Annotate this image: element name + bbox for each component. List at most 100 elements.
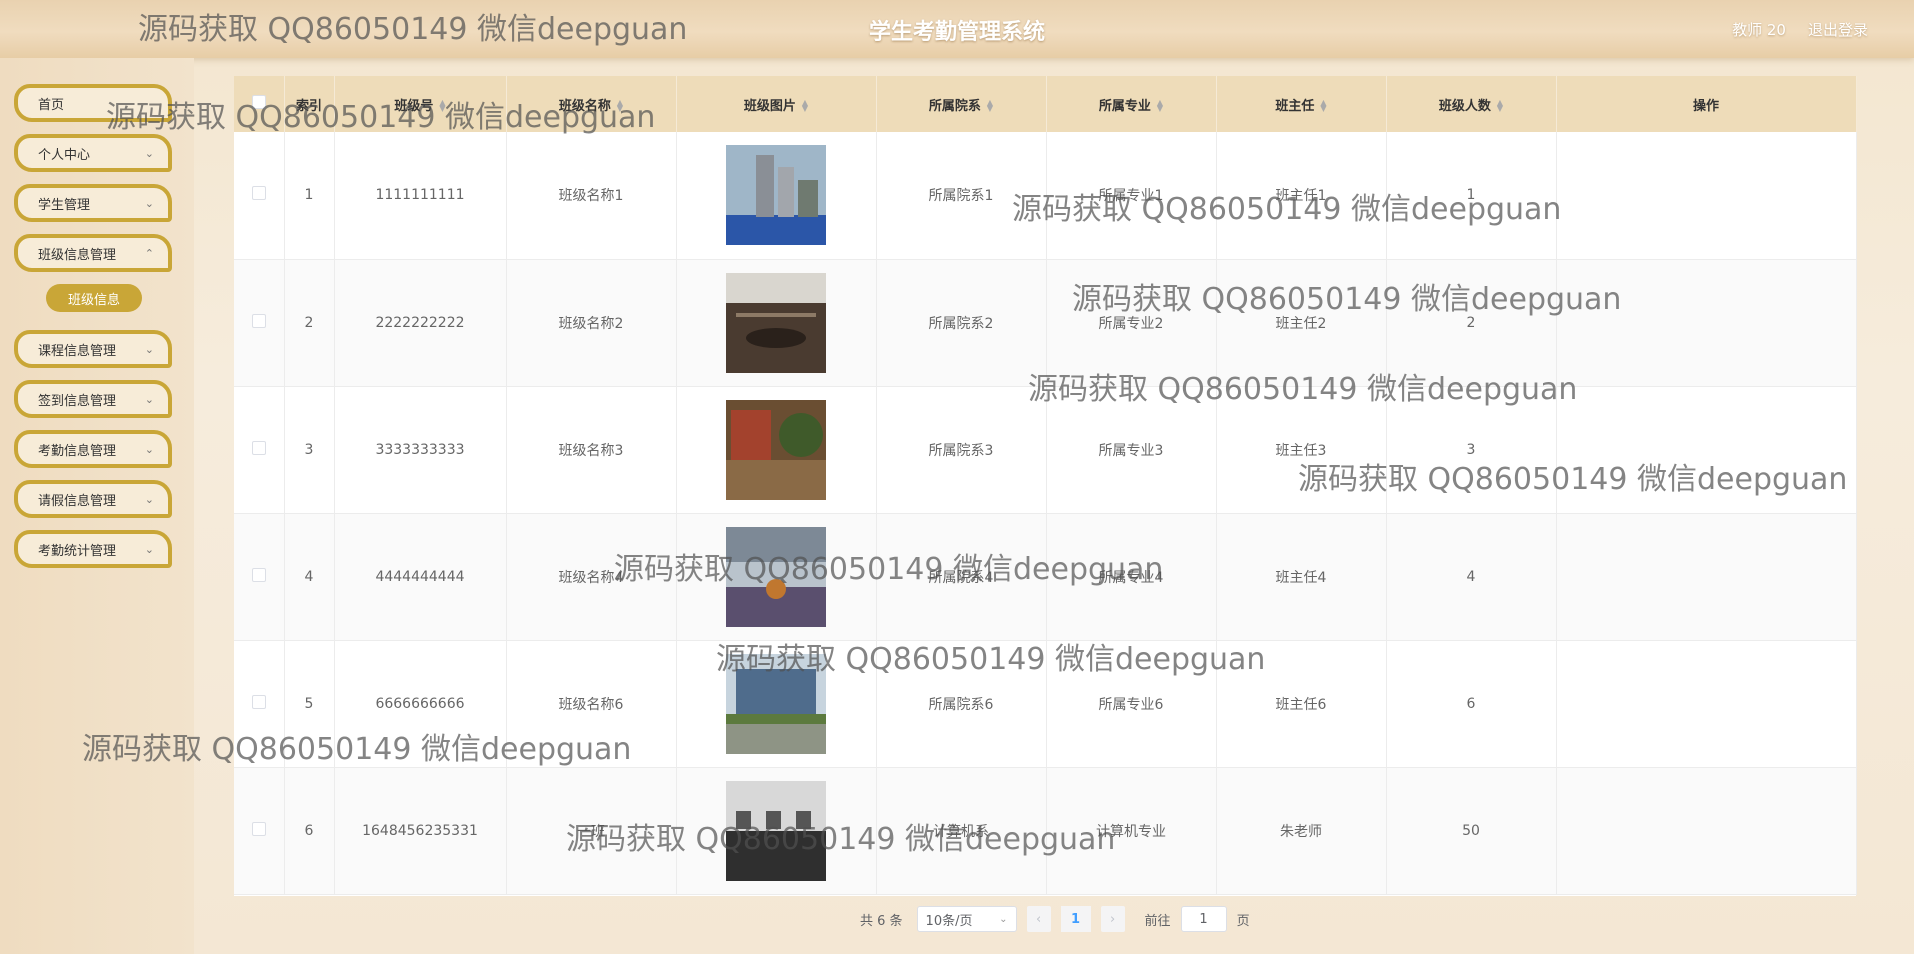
sidebar-item-profile[interactable]: 个人中心 ⌄ [14,134,172,172]
col-header-count[interactable]: 班级人数 ▲ ▼ [1386,76,1557,132]
select-all-checkbox[interactable] [251,95,266,109]
sidebar-item-label: 请假信息管理 [38,493,117,509]
class-image[interactable] [726,145,826,246]
sort-icon[interactable]: ▲ ▼ [1320,99,1326,113]
pagination: 共 6 条 10条/页 ⌄ ‹ 1 › 前往 1 页 [860,906,1250,932]
cell-actions [1556,386,1857,513]
next-page-button[interactable]: › [1100,906,1125,932]
sort-icon[interactable]: ▲ ▼ [802,99,808,113]
prev-page-button[interactable]: ‹ [1026,906,1051,932]
row-checkbox[interactable] [251,694,266,709]
chevron-down-icon: ⌄ [144,492,154,506]
class-image[interactable] [726,780,826,881]
sort-icon[interactable]: ▲ ▼ [987,99,993,113]
cell-class-image [676,513,877,640]
sort-icon[interactable]: ▲ ▼ [439,99,445,113]
top-header: 学生考勤管理系统 教师 20 退出登录 [0,0,1914,58]
cell-class-name: 班级名称1 [506,132,677,259]
cell-class-name: 班级名称6 [506,640,677,767]
cell-class-no: 1648456235331 [334,767,507,894]
class-image[interactable] [726,653,826,754]
cell-class-image [676,640,877,767]
sidebar-item-label: 课程信息管理 [38,343,117,359]
cell-index: 5 [284,640,335,767]
cell-class-image [676,259,877,386]
cell-index: 4 [284,513,335,640]
col-header-class-image[interactable]: 班级图片 ▲ ▼ [676,76,877,132]
cell-actions [1556,132,1857,259]
col-header-actions: 操作 [1556,76,1857,132]
table-row: 1 1111111111 班级名称1 所属院系1 所属专业1 班主任1 1 [234,132,1857,259]
sort-icon[interactable]: ▲ ▼ [617,99,623,113]
row-checkbox[interactable] [251,313,266,328]
header-user-area: 教师 20 退出登录 [1732,19,1868,40]
goto-label: 前往 [1144,913,1171,929]
sidebar-item-label: 学生管理 [38,197,91,213]
page-size-select[interactable]: 10条/页 ⌄ [916,906,1017,932]
class-image[interactable] [726,272,826,373]
select-all-cell[interactable] [234,76,285,132]
cell-class-no: 4444444444 [334,513,507,640]
cell-count: 1 [1386,132,1557,259]
sidebar-item-label: 首页 [38,97,65,113]
row-checkbox[interactable] [251,821,266,836]
cell-actions [1556,640,1857,767]
sidebar-item-students[interactable]: 学生管理 ⌄ [14,184,172,222]
chevron-down-icon: ⌄ [144,342,154,356]
chevron-down-icon: ⌄ [144,146,154,160]
sidebar-item-courses[interactable]: 课程信息管理 ⌄ [14,330,172,368]
row-checkbox[interactable] [251,440,266,455]
table-row: 5 6666666666 班级名称6 所属院系6 所属专业6 班主任6 6 [234,640,1857,767]
sidebar-item-label: 个人中心 [38,147,91,163]
cell-class-no: 3333333333 [334,386,507,513]
cell-dept: 所属院系3 [876,386,1047,513]
sidebar-item-home[interactable]: 首页 [14,84,172,122]
cell-teacher: 班主任6 [1216,640,1387,767]
chevron-down-icon: ⌄ [144,542,154,556]
cell-class-no: 2222222222 [334,259,507,386]
cell-count: 2 [1386,259,1557,386]
col-header-dept[interactable]: 所属院系 ▲ ▼ [876,76,1047,132]
cell-class-image [676,132,877,259]
cell-class-name: 一班 [506,767,677,894]
table-header-row: 索引 班级号 ▲ ▼ 班级名称 ▲ ▼ 班级图片 ▲ ▼ 所属院系 ▲ ▼ 所属专业 ▲ ▼ 班主任… [234,76,1857,132]
sidebar-subitem-class-info[interactable]: 班级信息 [46,284,142,312]
sidebar-item-leave[interactable]: 请假信息管理 ⌄ [14,480,172,518]
chevron-down-icon: ⌄ [144,196,154,210]
cell-class-name: 班级名称2 [506,259,677,386]
table-row: 4 4444444444 班级名称4 所属院系4 所属专业4 班主任4 4 [234,513,1857,640]
cell-count: 50 [1386,767,1557,894]
cell-class-image [676,767,877,894]
cell-class-no: 6666666666 [334,640,507,767]
cell-actions [1556,259,1857,386]
col-header-teacher[interactable]: 班主任 ▲ ▼ [1216,76,1387,132]
col-header-class-name[interactable]: 班级名称 ▲ ▼ [506,76,677,132]
cell-class-image [676,386,877,513]
cell-teacher: 班主任2 [1216,259,1387,386]
sidebar-item-label: 考勤统计管理 [38,543,117,559]
sort-icon[interactable]: ▲ ▼ [1157,99,1163,113]
chevron-up-icon: ⌃ [144,246,154,260]
page-number[interactable]: 1 [1060,906,1091,932]
cell-teacher: 班主任4 [1216,513,1387,640]
logout-link[interactable]: 退出登录 [1808,19,1868,40]
goto-page-input[interactable]: 1 [1180,906,1227,932]
class-image[interactable] [726,526,826,627]
class-table: 索引 班级号 ▲ ▼ 班级名称 ▲ ▼ 班级图片 ▲ ▼ 所属院系 ▲ ▼ 所属专业 ▲ ▼ 班主任… [234,76,1857,896]
col-header-class-no[interactable]: 班级号 ▲ ▼ [334,76,507,132]
sort-icon[interactable]: ▲ ▼ [1497,99,1503,113]
cell-major: 所属专业1 [1046,132,1217,259]
col-header-major[interactable]: 所属专业 ▲ ▼ [1046,76,1217,132]
current-user: 教师 20 [1732,21,1786,39]
cell-count: 4 [1386,513,1557,640]
sidebar-item-checkin[interactable]: 签到信息管理 ⌄ [14,380,172,418]
cell-teacher: 班主任1 [1216,132,1387,259]
row-checkbox[interactable] [251,567,266,582]
cell-index: 6 [284,767,335,894]
class-image[interactable] [726,399,826,500]
sidebar-item-class-info[interactable]: 班级信息管理 ⌃ [14,234,172,272]
sidebar-item-stats[interactable]: 考勤统计管理 ⌄ [14,530,172,568]
row-checkbox[interactable] [251,186,266,201]
sidebar-item-attendance[interactable]: 考勤信息管理 ⌄ [14,430,172,468]
col-header-index: 索引 [284,76,335,132]
